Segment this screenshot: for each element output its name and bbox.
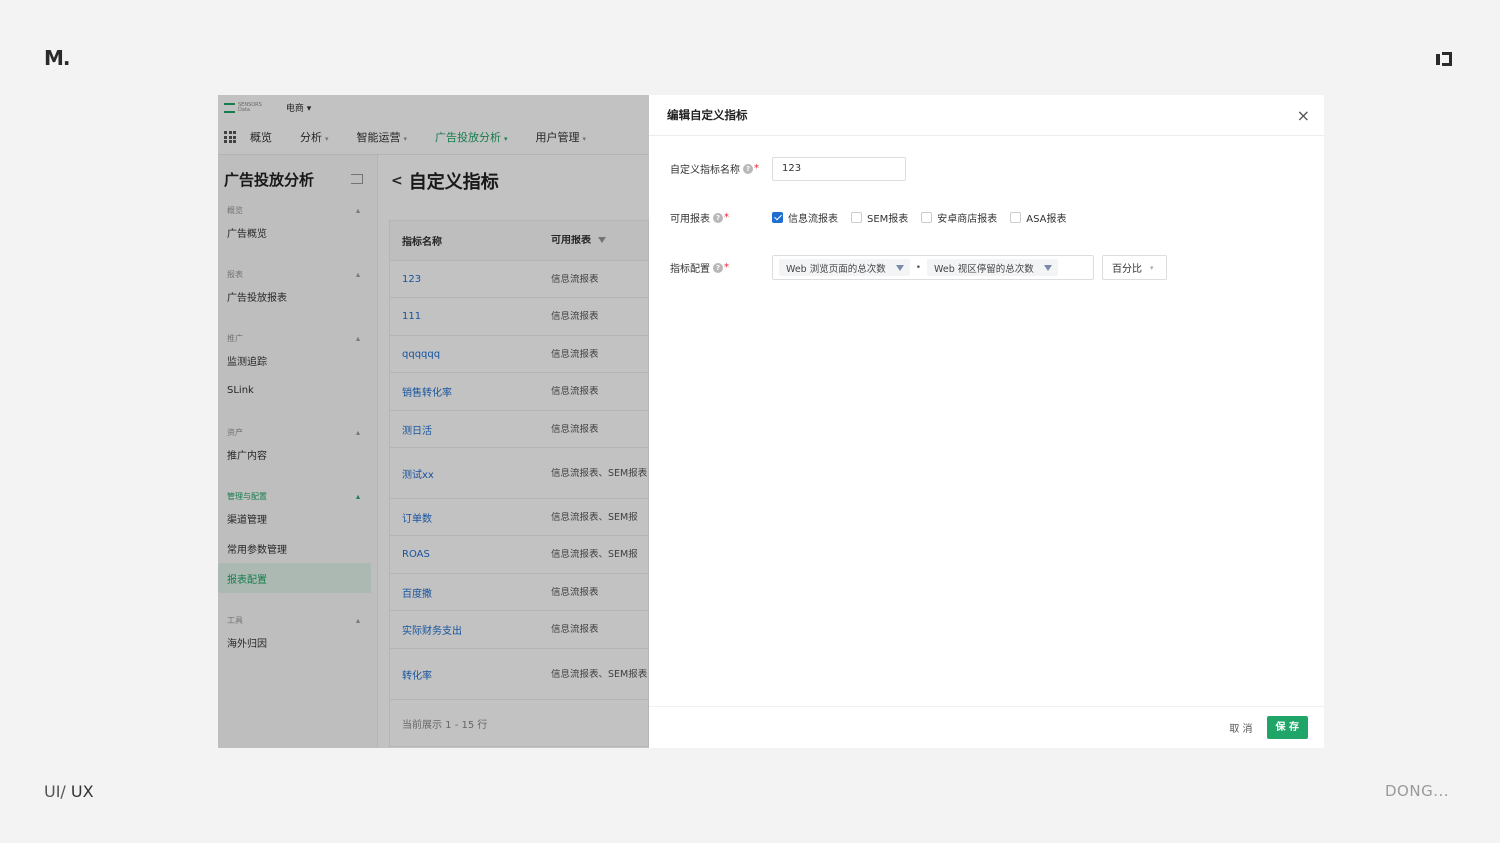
- report-checkbox[interactable]: 信息流报表: [772, 210, 838, 225]
- drawer-title: 编辑自定义指标: [667, 108, 748, 122]
- metric-name-input[interactable]: 123: [772, 157, 906, 181]
- checkbox-icon[interactable]: [1010, 212, 1022, 223]
- help-icon[interactable]: ?: [713, 262, 723, 273]
- report-checkbox[interactable]: 安卓商店报表: [921, 210, 997, 225]
- edit-metric-drawer: 编辑自定义指标 × 自定义指标名称 ? * 123 可用报表 ? * 信息流报表 SE…: [649, 95, 1324, 748]
- footer-right: DONG...: [1385, 782, 1450, 800]
- report-checkbox-label: 信息流报表: [788, 214, 838, 225]
- metric-formula: Web 浏览页面的总次数 • Web 视区停留的总次数: [772, 255, 1094, 280]
- operator-select[interactable]: •: [914, 263, 923, 273]
- close-icon[interactable]: ×: [1297, 106, 1310, 125]
- checkbox-icon[interactable]: [851, 212, 862, 223]
- required-mark: *: [724, 262, 729, 273]
- corner-mark-icon: [1436, 52, 1452, 66]
- screenshot-frame: SENSORS Data 电商 ▾ 概览 分析 ▾ 智能运营 ▾ 广告投放分析 ▾ 用户管理 ▾ …: [218, 95, 1324, 748]
- brand-logo: M.: [44, 46, 70, 70]
- cancel-button[interactable]: 取 消: [1229, 720, 1252, 735]
- name-label-text: 自定义指标名称: [670, 165, 740, 176]
- report-checkbox-label: 安卓商店报表: [937, 214, 998, 225]
- report-checkbox[interactable]: ASA报表: [1010, 210, 1067, 225]
- help-icon[interactable]: ?: [743, 163, 753, 174]
- checkbox-icon[interactable]: [921, 212, 933, 223]
- required-mark: *: [754, 163, 759, 174]
- background-app: SENSORS Data 电商 ▾ 概览 分析 ▾ 智能运营 ▾ 广告投放分析 ▾ 用户管理 ▾ …: [218, 95, 649, 748]
- config-label-text: 指标配置: [670, 264, 710, 275]
- required-mark: *: [724, 212, 729, 223]
- reports-label: 可用报表 ? *: [670, 210, 729, 225]
- format-value: 百分比: [1112, 264, 1142, 275]
- filter-icon[interactable]: [1043, 264, 1052, 271]
- checkbox-icon[interactable]: [772, 212, 783, 223]
- metric-a-text: Web 浏览页面的总次数: [786, 263, 886, 275]
- drawer-header: 编辑自定义指标 ×: [649, 95, 1324, 136]
- report-checkbox[interactable]: SEM报表: [851, 210, 908, 225]
- config-label: 指标配置 ? *: [670, 260, 729, 275]
- drawer-footer: 取 消 保 存: [649, 706, 1324, 748]
- modal-overlay[interactable]: [218, 95, 649, 748]
- report-checkbox-label: SEM报表: [867, 214, 909, 225]
- report-checkboxes: 信息流报表 SEM报表 安卓商店报表 ASA报表: [772, 210, 1067, 225]
- filter-icon[interactable]: [895, 264, 904, 271]
- footer-left: UI/ UX: [44, 782, 94, 801]
- save-button[interactable]: 保 存: [1266, 716, 1308, 739]
- chevron-down-icon: ▾: [1150, 263, 1154, 272]
- help-icon[interactable]: ?: [713, 212, 723, 223]
- footer-prefix: UI/: [44, 782, 66, 801]
- reports-label-text: 可用报表: [670, 214, 710, 225]
- footer-main: UX: [70, 782, 94, 801]
- metric-a-select[interactable]: Web 浏览页面的总次数: [779, 259, 910, 276]
- metric-b-select[interactable]: Web 视区停留的总次数: [927, 259, 1058, 276]
- report-checkbox-label: ASA报表: [1026, 214, 1067, 225]
- name-label: 自定义指标名称 ? *: [670, 161, 759, 176]
- metric-b-text: Web 视区停留的总次数: [934, 263, 1034, 275]
- format-select[interactable]: 百分比 ▾: [1102, 255, 1167, 280]
